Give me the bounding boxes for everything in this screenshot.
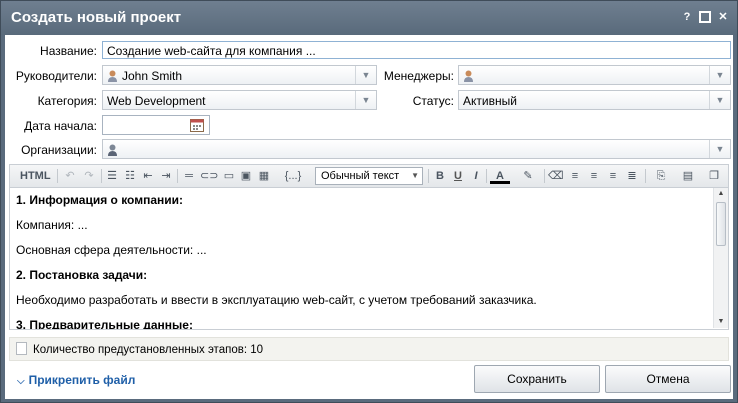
user-icon xyxy=(108,70,117,82)
editor-content[interactable]: 1. Информация о компании: Компания: ... Ос… xyxy=(16,188,706,329)
scroll-up-icon[interactable]: ▲ xyxy=(714,188,728,200)
attach-file-label: Прикрепить файл xyxy=(28,373,136,387)
special-chars-icon[interactable]: {...} xyxy=(275,168,311,184)
align-justify-icon[interactable]: ≣ xyxy=(625,168,639,184)
attach-icon: ⌵ xyxy=(17,376,25,387)
editor-heading[interactable]: 2. Постановка задачи: xyxy=(16,263,706,288)
save-icon[interactable]: ▤ xyxy=(677,168,699,184)
cancel-button[interactable]: Отмена xyxy=(605,365,731,393)
editor-paragraph[interactable]: Основная сфера деятельности: ... xyxy=(16,238,706,263)
horizontal-rule-icon[interactable]: ═ xyxy=(182,168,196,184)
paragraph-style-value: Обычный текст xyxy=(321,170,400,182)
editor-scrollbar[interactable]: ▲ ▼ xyxy=(713,188,728,328)
help-icon[interactable]: ? xyxy=(681,11,693,23)
bold-button[interactable]: B xyxy=(433,168,447,184)
align-left-icon[interactable]: ≡ xyxy=(568,168,582,184)
editor-paragraph[interactable]: Необходимо разработать и ввести в эксплу… xyxy=(16,288,706,313)
undo-icon[interactable]: ↶ xyxy=(63,168,77,184)
description-editor[interactable]: 1. Информация о компании: Компания: ... Ос… xyxy=(9,188,729,330)
align-right-icon[interactable]: ≡ xyxy=(606,168,620,184)
editor-toolbar: HTML ↶ ↷ ☰ ☷ ⇤ ⇥ ═ ⊂⊃ ▭ ▣ ▦ {...} Обычны… xyxy=(9,164,729,188)
italic-button[interactable]: I xyxy=(469,168,483,184)
chevron-down-icon: ▼ xyxy=(411,171,419,180)
close-icon[interactable]: ✕ xyxy=(717,11,729,23)
chevron-down-icon[interactable]: ▼ xyxy=(709,140,730,158)
leaders-label: Руководители: xyxy=(15,69,97,83)
scroll-down-icon[interactable]: ▼ xyxy=(714,316,728,328)
underline-button[interactable]: U xyxy=(451,168,465,184)
leaders-select[interactable]: John Smith ▼ xyxy=(102,65,377,85)
scroll-thumb[interactable] xyxy=(716,202,726,246)
create-project-dialog: Создать новый проект ? ✕ Название: Созда… xyxy=(0,0,738,403)
image-icon[interactable]: ▣ xyxy=(239,168,253,184)
chevron-down-icon[interactable]: ▼ xyxy=(709,91,730,109)
status-select[interactable]: Активный ▼ xyxy=(458,90,731,110)
leaders-value: John Smith xyxy=(122,69,183,83)
organizations-select[interactable]: ▼ xyxy=(102,139,731,159)
table-icon[interactable]: ▦ xyxy=(257,168,271,184)
organizations-label: Организации: xyxy=(21,143,97,157)
stages-text: Количество предустановленных этапов: 10 xyxy=(33,344,264,356)
name-label: Название: xyxy=(40,44,97,58)
managers-label: Менеджеры: xyxy=(383,69,454,83)
managers-select[interactable]: ▼ xyxy=(458,65,731,85)
maximize-icon[interactable] xyxy=(699,11,711,23)
category-select[interactable]: Web Development ▼ xyxy=(102,90,377,110)
html-mode-button[interactable]: HTML xyxy=(20,168,51,184)
outdent-icon[interactable]: ⇤ xyxy=(141,168,155,184)
paste-icon[interactable]: ⎘ xyxy=(650,168,672,184)
align-center-icon[interactable]: ≡ xyxy=(587,168,601,184)
indent-icon[interactable]: ⇥ xyxy=(159,168,173,184)
attach-file-link[interactable]: ⌵ Прикрепить файл xyxy=(17,373,135,387)
category-label: Категория: xyxy=(37,94,97,108)
user-icon xyxy=(464,70,473,82)
redo-icon[interactable]: ↷ xyxy=(82,168,96,184)
font-color-icon[interactable]: A xyxy=(490,168,510,184)
name-input[interactable]: Создание web-сайта для компания ... xyxy=(102,41,731,59)
editor-heading[interactable]: 1. Информация о компании: xyxy=(16,188,706,213)
clear-format-icon[interactable]: ⌫ xyxy=(548,168,564,184)
dialog-body: Название: Создание web-сайта для компани… xyxy=(5,35,733,399)
paragraph-style-select[interactable]: Обычный текст ▼ xyxy=(315,167,423,185)
document-icon xyxy=(16,342,27,355)
link-icon[interactable]: ⊂⊃ xyxy=(200,168,218,184)
chevron-down-icon[interactable]: ▼ xyxy=(709,66,730,84)
stages-info-panel: Количество предустановленных этапов: 10 xyxy=(9,337,729,361)
anchor-icon[interactable]: ▭ xyxy=(221,168,237,184)
start-date-label: Дата начала: xyxy=(24,119,97,133)
dialog-title: Создать новый проект xyxy=(11,9,182,26)
bulleted-list-icon[interactable]: ☰ xyxy=(105,168,119,184)
calendar-icon[interactable] xyxy=(190,118,204,132)
status-value: Активный xyxy=(463,94,517,108)
numbered-list-icon[interactable]: ☷ xyxy=(123,168,137,184)
category-value: Web Development xyxy=(107,94,206,108)
status-label: Статус: xyxy=(412,94,454,108)
editor-paragraph[interactable]: Компания: ... xyxy=(16,213,706,238)
organization-icon xyxy=(108,144,117,156)
title-bar[interactable]: Создать новый проект ? ✕ xyxy=(1,1,737,35)
copy-icon[interactable]: ❐ xyxy=(704,168,724,184)
save-button[interactable]: Сохранить xyxy=(474,365,600,393)
editor-heading[interactable]: 3. Предварительные данные: xyxy=(16,313,706,329)
highlight-icon[interactable]: ✎ xyxy=(517,168,539,184)
